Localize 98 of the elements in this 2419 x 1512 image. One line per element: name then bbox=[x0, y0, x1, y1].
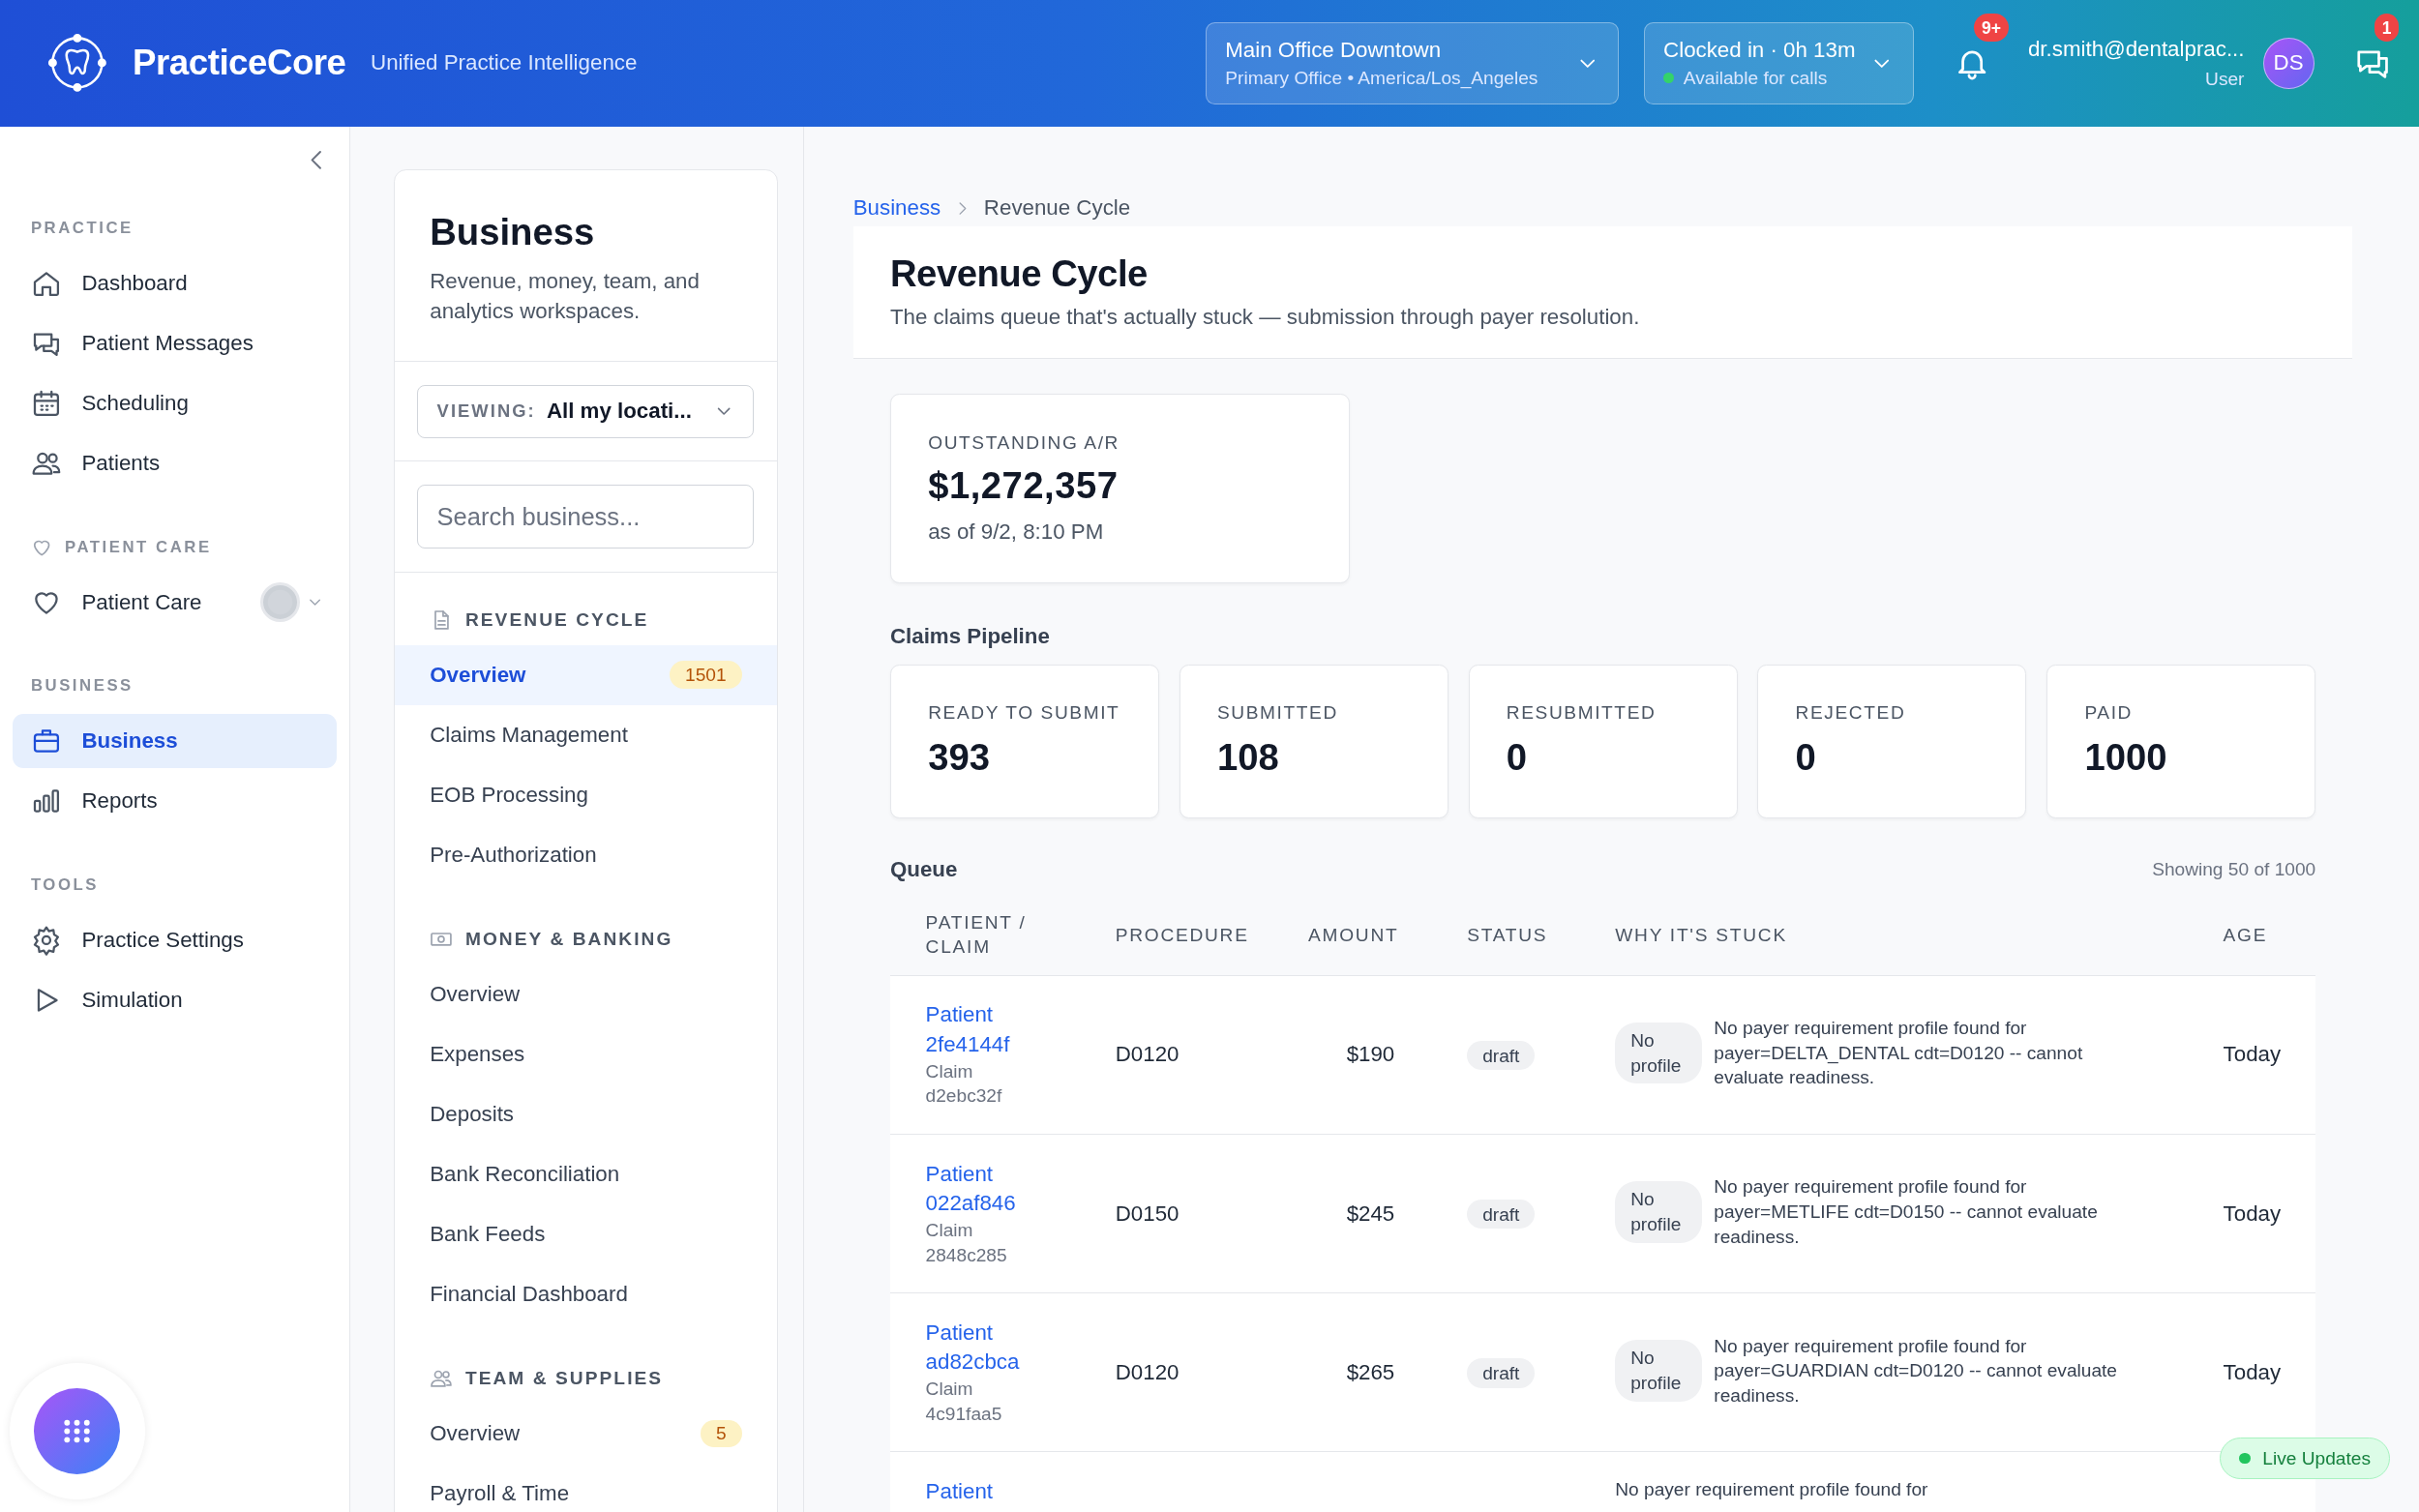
reason-text: No payer requirement profile found for bbox=[1615, 1477, 1928, 1501]
location-selector[interactable]: Main Office Downtown Primary Office • America/Los_Angeles bbox=[1206, 22, 1620, 104]
panel-nav-item[interactable]: Bank Reconciliation bbox=[394, 1144, 778, 1205]
claim-id: Claim 4c91faa5 bbox=[925, 1378, 1003, 1426]
stage-label: SUBMITTED bbox=[1217, 702, 1339, 725]
card-value: $1,272,357 bbox=[928, 463, 1120, 507]
panel-nav-item[interactable]: Deposits bbox=[394, 1083, 778, 1145]
column-header: AMOUNT bbox=[1308, 923, 1395, 947]
user-email: dr.smith@dentalprac... bbox=[2027, 37, 2245, 63]
table-cell: D0150 bbox=[1115, 1201, 1180, 1226]
stage-label: READY TO SUBMIT bbox=[928, 702, 1121, 725]
tagline: Unified Practice Intelligence bbox=[371, 50, 638, 76]
reason-text: No payer requirement profile found for payer=DELTA_DENTAL cdt=D0120 -- cannot evaluate readiness. bbox=[1714, 1017, 2084, 1090]
stage-value: 0 bbox=[1795, 735, 1817, 779]
brand-name: PracticeCore bbox=[133, 43, 346, 84]
section-label: PATIENT CARE bbox=[64, 537, 212, 557]
message-count-badge: 1 bbox=[2374, 14, 2400, 43]
toggle-switch[interactable] bbox=[259, 581, 300, 623]
reason-pill: No profile bbox=[1615, 1340, 1702, 1402]
panel-nav-item[interactable]: Claims Management bbox=[394, 704, 778, 765]
sidebar-item[interactable]: Patient Messages bbox=[12, 315, 338, 371]
panel-nav-item[interactable]: Expenses bbox=[394, 1023, 778, 1084]
sidebar-item[interactable]: Patients bbox=[12, 436, 338, 490]
panel-nav-item[interactable]: EOB Processing bbox=[394, 764, 778, 826]
table-cell: D0120 bbox=[1115, 1042, 1180, 1067]
stage-value: 1000 bbox=[2084, 735, 2168, 779]
column-header: STATUS bbox=[1466, 923, 1549, 947]
panel-nav-item[interactable]: Pre-Authorization bbox=[394, 825, 778, 886]
table-cell: Today bbox=[2223, 1359, 2282, 1384]
group-heading: TEAM & SUPPLIES bbox=[464, 1368, 664, 1390]
viewing-dropdown[interactable]: VIEWING: All my locati... bbox=[417, 385, 755, 438]
sidebar-item[interactable]: Dashboard bbox=[12, 255, 338, 311]
claim-id: Claim d2ebc32f bbox=[925, 1059, 1003, 1109]
patient-link[interactable]: Patient 2fe4144f bbox=[925, 1000, 1034, 1059]
reason-pill: No profile bbox=[1615, 1022, 1702, 1084]
table-cell: D0120 bbox=[1115, 1359, 1180, 1384]
count-badge: 1501 bbox=[670, 661, 742, 689]
notification-count-badge: 9+ bbox=[1974, 14, 2010, 43]
page-subtitle: The claims queue that's actually stuck — submission through payer resolution. bbox=[889, 305, 1641, 330]
stage-value: 0 bbox=[1506, 735, 1529, 779]
card-timestamp: as of 9/2, 8:10 PM bbox=[928, 519, 1105, 545]
search-field[interactable]: Search business... bbox=[417, 485, 755, 548]
breadcrumb-link[interactable]: Business bbox=[852, 195, 941, 222]
panel-description: Revenue, money, team, and analytics workspaces. bbox=[430, 267, 701, 326]
live-updates-label: Live Updates bbox=[2262, 1447, 2371, 1469]
count-badge: 5 bbox=[701, 1419, 742, 1448]
sidebar-item[interactable]: Scheduling bbox=[12, 375, 338, 430]
stage-label: REJECTED bbox=[1795, 702, 1907, 725]
section-title: Queue bbox=[889, 857, 958, 883]
table-cell: Today bbox=[2223, 1201, 2282, 1226]
table-cell: $265 bbox=[1346, 1359, 1395, 1384]
panel-nav-item[interactable]: Overview 5 bbox=[394, 1403, 778, 1464]
user-avatar[interactable]: DS bbox=[2262, 37, 2314, 89]
section-label: PRACTICE bbox=[30, 218, 134, 238]
user-role: User bbox=[2205, 68, 2245, 90]
group-heading: REVENUE CYCLE bbox=[464, 609, 649, 631]
patient-link[interactable]: Patient 022af846 bbox=[925, 1159, 1034, 1219]
section-label: BUSINESS bbox=[30, 676, 134, 697]
reason-text: No payer requirement profile found for payer=GUARDIAN cdt=D0120 -- cannot evaluate readiness. bbox=[1714, 1334, 2118, 1408]
section-title: Claims Pipeline bbox=[889, 623, 1051, 649]
column-header: PROCEDURE bbox=[1115, 923, 1250, 947]
panel-nav-item[interactable]: Bank Feeds bbox=[394, 1204, 778, 1265]
card-label: OUTSTANDING A/R bbox=[928, 431, 1120, 454]
panel-nav-item[interactable]: Financial Dashboard bbox=[394, 1264, 778, 1325]
table-cell: Today bbox=[2223, 1042, 2282, 1067]
reason-pill: No profile bbox=[1615, 1180, 1702, 1243]
column-header: WHY IT'S STUCK bbox=[1615, 923, 1788, 947]
group-heading: MONEY & BANKING bbox=[464, 929, 673, 950]
stage-value: 108 bbox=[1217, 735, 1280, 779]
status-pill: draft bbox=[1467, 1040, 1536, 1071]
tooth-logo-icon bbox=[45, 32, 108, 95]
page-title: Revenue Cycle bbox=[889, 252, 1149, 296]
result-count: Showing 50 of 1000 bbox=[2152, 859, 2316, 881]
sidebar-item[interactable]: Simulation bbox=[12, 972, 338, 1027]
column-header: PATIENT / CLAIM bbox=[925, 910, 1028, 960]
stage-label: RESUBMITTED bbox=[1506, 702, 1657, 725]
column-header: AGE bbox=[2223, 923, 2269, 947]
table-cell: $190 bbox=[1346, 1042, 1395, 1067]
panel-nav-item[interactable]: Payroll & Time bbox=[394, 1464, 778, 1512]
sidebar-item[interactable]: Practice Settings bbox=[12, 912, 338, 967]
claim-id: Claim 2848c285 bbox=[925, 1219, 1008, 1267]
patient-link[interactable]: Patient bbox=[925, 1476, 1034, 1507]
live-dot bbox=[2239, 1452, 2251, 1465]
reason-text: No payer requirement profile found for payer=METLIFE cdt=D0150 -- cannot evaluate readiness. bbox=[1714, 1175, 2099, 1249]
stage-value: 393 bbox=[928, 735, 991, 779]
patient-link[interactable]: Patient ad82cbca bbox=[925, 1318, 1034, 1378]
sidebar-item[interactable]: Patient Care bbox=[12, 575, 260, 630]
table-cell: $245 bbox=[1346, 1201, 1395, 1226]
panel-title: Business bbox=[430, 210, 596, 253]
breadcrumb-current: Revenue Cycle bbox=[983, 195, 1131, 222]
status-pill: draft bbox=[1467, 1199, 1536, 1230]
panel-nav-item[interactable]: Overview 1501 bbox=[394, 644, 778, 705]
status-pill: draft bbox=[1467, 1358, 1536, 1388]
section-label: TOOLS bbox=[30, 875, 99, 896]
sidebar-item[interactable]: Business bbox=[12, 714, 338, 768]
panel-nav-item[interactable]: Overview bbox=[394, 964, 778, 1024]
stage-label: PAID bbox=[2084, 702, 2134, 725]
sidebar-item[interactable]: Reports bbox=[12, 774, 338, 829]
